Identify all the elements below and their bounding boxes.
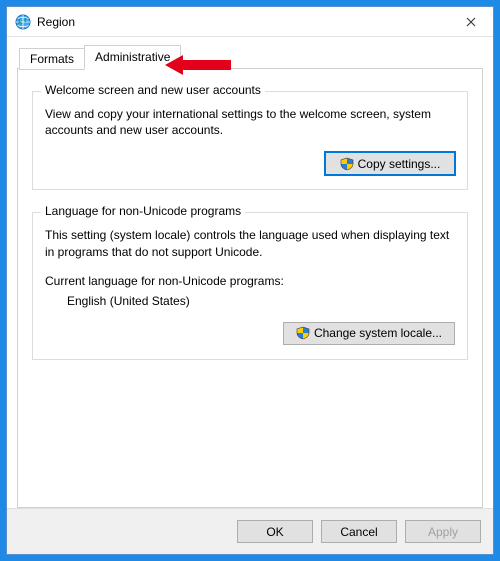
group-welcome-legend: Welcome screen and new user accounts xyxy=(41,83,265,97)
change-system-locale-button[interactable]: Change system locale... xyxy=(283,322,455,345)
tab-administrative[interactable]: Administrative xyxy=(84,45,181,69)
uac-shield-icon xyxy=(296,326,310,340)
tab-formats-label: Formats xyxy=(30,52,74,66)
current-locale-value: English (United States) xyxy=(67,294,455,308)
group-locale-text: This setting (system locale) controls th… xyxy=(45,227,455,259)
titlebar: Region xyxy=(7,7,493,37)
globe-icon xyxy=(15,14,31,30)
tab-page-administrative: Welcome screen and new user accounts Vie… xyxy=(17,68,483,508)
window-title: Region xyxy=(37,15,448,29)
group-welcome: Welcome screen and new user accounts Vie… xyxy=(32,91,468,190)
ok-label: OK xyxy=(266,525,283,539)
uac-shield-icon xyxy=(340,157,354,171)
tab-formats[interactable]: Formats xyxy=(19,48,85,70)
group-locale-legend: Language for non-Unicode programs xyxy=(41,204,245,218)
copy-settings-button[interactable]: Copy settings... xyxy=(325,152,455,175)
apply-button: Apply xyxy=(405,520,481,543)
copy-settings-label: Copy settings... xyxy=(358,157,441,171)
tab-administrative-label: Administrative xyxy=(95,50,170,64)
apply-label: Apply xyxy=(428,525,458,539)
tab-strip: Formats Administrative xyxy=(17,45,483,69)
close-icon xyxy=(466,17,476,27)
group-welcome-text: View and copy your international setting… xyxy=(45,106,455,138)
current-locale-label: Current language for non-Unicode program… xyxy=(45,274,455,288)
region-dialog: Region Formats Administrative Welcome sc… xyxy=(6,6,494,555)
tab-container: Formats Administrative Welcome screen an… xyxy=(7,37,493,508)
group-locale: Language for non-Unicode programs This s… xyxy=(32,212,468,359)
cancel-label: Cancel xyxy=(340,525,377,539)
close-button[interactable] xyxy=(448,7,493,36)
change-system-locale-label: Change system locale... xyxy=(314,326,442,340)
cancel-button[interactable]: Cancel xyxy=(321,520,397,543)
ok-button[interactable]: OK xyxy=(237,520,313,543)
dialog-footer: OK Cancel Apply xyxy=(7,508,493,554)
